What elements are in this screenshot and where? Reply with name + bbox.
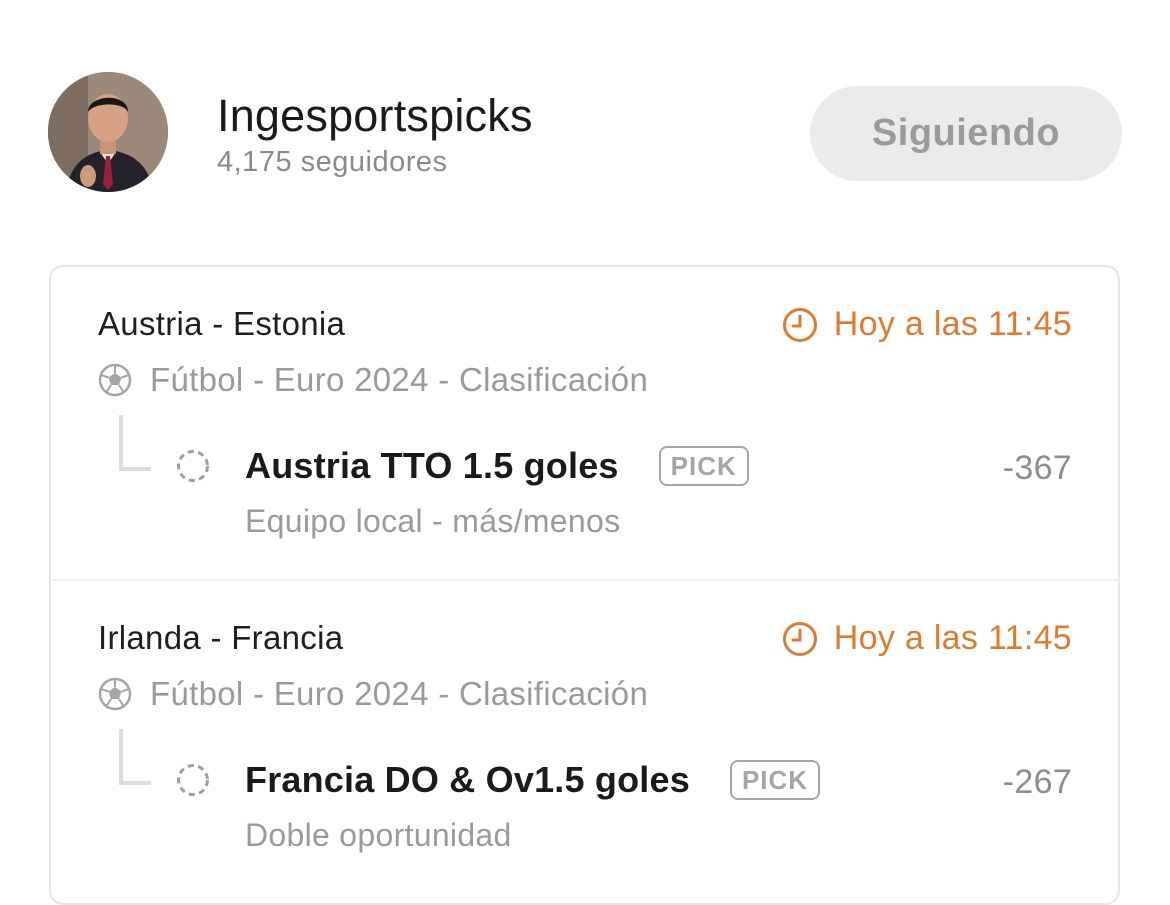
pick-name: Austria TTO 1.5 goles <box>245 445 619 486</box>
match-league: Fútbol - Euro 2024 - Clasificación <box>98 675 648 713</box>
match-time: Hoy a las 11:45 <box>782 619 1072 658</box>
match-time: Hoy a las 11:45 <box>782 305 1072 344</box>
pending-circle-icon <box>177 450 209 482</box>
pick-row: Austria TTO 1.5 goles PICK <box>245 445 749 487</box>
match-teams: Austria - Estonia <box>98 305 346 342</box>
pending-circle-icon <box>177 764 209 796</box>
profile-header: Ingesportspicks 4,175 seguidores Siguien… <box>0 0 1170 230</box>
match-teams: Irlanda - Francia <box>98 619 344 656</box>
pick-odds: -267 <box>1002 763 1072 801</box>
picks-card: Austria - Estonia Hoy a las 11:45 Fútbol… <box>49 265 1120 905</box>
pick-market: Doble oportunidad <box>245 817 512 853</box>
soccer-ball-icon <box>98 363 132 397</box>
tree-connector <box>119 729 151 785</box>
match-item[interactable]: Irlanda - Francia Hoy a las 11:45 Fútbol… <box>51 579 1118 891</box>
clock-icon <box>782 307 817 342</box>
match-time-label: Hoy a las 11:45 <box>833 619 1072 657</box>
league-label: Fútbol - Euro 2024 - Clasificación <box>150 675 649 712</box>
pick-badge: PICK <box>729 760 821 800</box>
following-button[interactable]: Siguiendo <box>810 86 1122 181</box>
clock-icon <box>782 621 817 656</box>
pick-name: Francia DO & Ov1.5 goles <box>245 759 690 800</box>
pick-market: Equipo local - más/menos <box>245 503 621 539</box>
match-item[interactable]: Austria - Estonia Hoy a las 11:45 Fútbol… <box>51 267 1118 577</box>
avatar[interactable] <box>48 72 168 192</box>
league-label: Fútbol - Euro 2024 - Clasificación <box>150 361 649 398</box>
profile-name[interactable]: Ingesportspicks <box>217 90 533 142</box>
pick-badge: PICK <box>658 446 749 486</box>
match-league: Fútbol - Euro 2024 - Clasificación <box>98 361 648 399</box>
tree-connector <box>119 415 151 471</box>
pick-odds: -367 <box>1002 449 1072 487</box>
pick-row: Francia DO & Ov1.5 goles PICK <box>245 759 821 801</box>
soccer-ball-icon <box>98 677 132 711</box>
match-time-label: Hoy a las 11:45 <box>833 305 1072 343</box>
avatar-photo <box>48 72 168 192</box>
followers-count: 4,175 seguidores <box>217 146 448 178</box>
